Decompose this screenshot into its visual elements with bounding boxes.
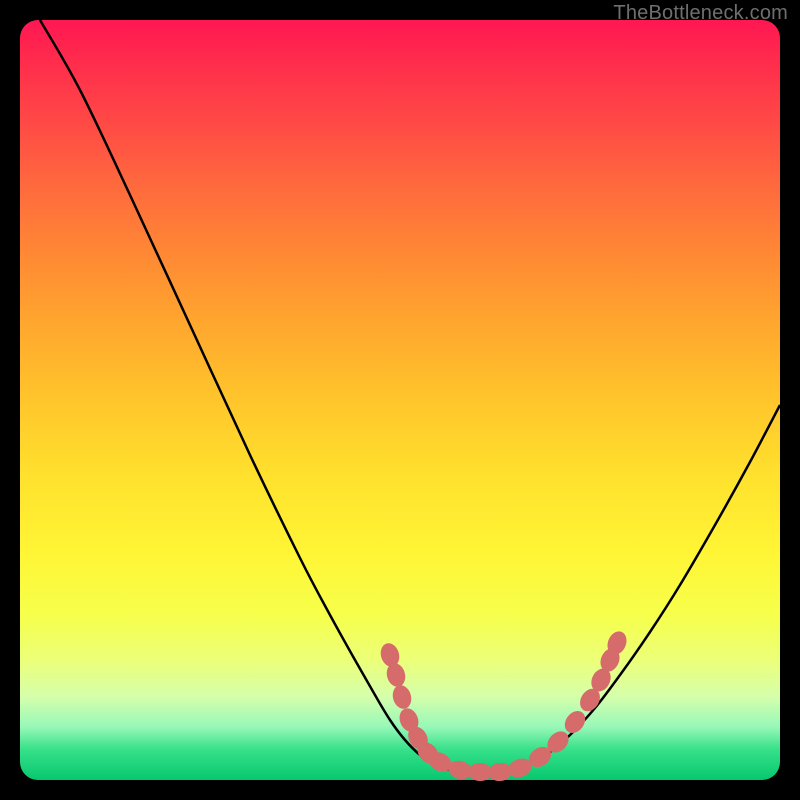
- watermark-text: TheBottleneck.com: [613, 2, 788, 25]
- curve-dots-group: [378, 628, 630, 782]
- chart-stage: TheBottleneck.com: [0, 0, 800, 800]
- bottleneck-curve: [40, 20, 780, 772]
- curve-dot: [390, 683, 414, 711]
- curve-layer: [20, 20, 780, 780]
